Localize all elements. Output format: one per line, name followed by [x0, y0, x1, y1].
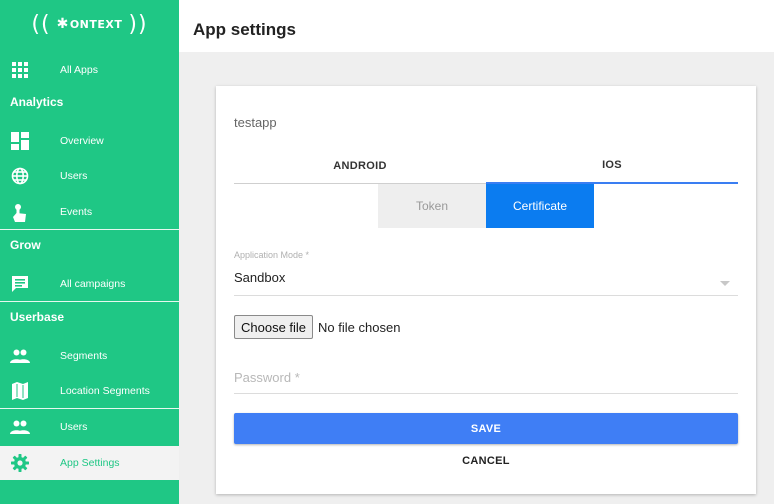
dashboard-icon — [10, 131, 30, 151]
sidebar-item-label: Segments — [60, 350, 108, 362]
gear-icon — [10, 453, 30, 473]
dropdown-arrow-icon — [720, 281, 730, 286]
sidebar-item-label: Events — [60, 206, 93, 218]
brand-logo[interactable]: (( ✱ ONTEXT )) — [0, 0, 179, 48]
touch-icon — [10, 202, 30, 222]
password-field — [234, 360, 738, 394]
certificate-file-picker: Choose file No file chosen — [234, 315, 400, 339]
sidebar-item-label: App Settings — [60, 457, 120, 469]
logo-text: ONTEXT — [69, 17, 123, 31]
app-name: testapp — [234, 115, 277, 130]
people-icon — [10, 417, 30, 437]
sidebar-item-label: All Apps — [60, 64, 98, 76]
logo-right-waves: )) — [128, 11, 148, 37]
logo-left-waves: (( — [31, 11, 51, 37]
sidebar-item-label: Users — [60, 170, 88, 182]
section-heading-analytics: Analytics — [10, 95, 64, 109]
sidebar-item-events[interactable]: Events — [0, 195, 179, 229]
chat-icon — [10, 274, 30, 294]
app-settings-card: testapp ANDROID IOS Token Certificate Ap… — [216, 86, 756, 494]
save-button[interactable]: SAVE — [234, 413, 738, 444]
sidebar-divider — [0, 301, 179, 302]
subtab-certificate[interactable]: Certificate — [486, 184, 594, 228]
file-status: No file chosen — [318, 319, 401, 335]
sidebar: (( ✱ ONTEXT )) All Apps Analytics Overvi… — [0, 0, 179, 504]
sidebar-item-label: Overview — [60, 135, 104, 147]
sidebar-item-all-campaigns[interactable]: All campaigns — [0, 267, 179, 301]
choose-file-button[interactable]: Choose file — [234, 315, 314, 339]
tab-android[interactable]: ANDROID — [234, 148, 486, 184]
sidebar-item-location-segments[interactable]: Location Segments — [0, 374, 179, 408]
globe-icon — [10, 166, 30, 186]
application-mode-label: Application Mode * — [234, 250, 310, 260]
people-icon — [10, 346, 30, 366]
sidebar-item-users-2[interactable]: Users — [0, 410, 179, 444]
section-heading-grow: Grow — [10, 238, 41, 252]
password-input[interactable] — [234, 366, 738, 388]
sidebar-item-users[interactable]: Users — [0, 159, 179, 193]
sidebar-item-label: Users — [60, 421, 88, 433]
application-mode-value: Sandbox — [234, 270, 286, 285]
page-header: App settings — [179, 0, 774, 52]
subtab-token[interactable]: Token — [378, 184, 486, 228]
map-icon — [10, 381, 30, 401]
sidebar-item-label: Location Segments — [60, 385, 150, 397]
application-mode-select[interactable]: Sandbox — [234, 262, 738, 296]
tab-ios[interactable]: IOS — [486, 148, 738, 184]
sidebar-item-overview[interactable]: Overview — [0, 124, 179, 158]
sidebar-divider — [0, 408, 179, 409]
bluetooth-icon: ✱ — [56, 16, 69, 32]
sidebar-item-label: All campaigns — [60, 278, 126, 290]
sidebar-item-all-apps[interactable]: All Apps — [0, 53, 179, 87]
logo-wordmark: ✱ ONTEXT — [57, 16, 123, 32]
sidebar-divider — [0, 229, 179, 230]
cancel-button[interactable]: CANCEL — [234, 450, 738, 472]
sidebar-item-segments[interactable]: Segments — [0, 339, 179, 373]
section-heading-userbase: Userbase — [10, 310, 65, 324]
sidebar-item-app-settings[interactable]: App Settings — [0, 446, 179, 480]
apps-grid-icon — [10, 60, 30, 80]
page-title: App settings — [193, 20, 296, 39]
